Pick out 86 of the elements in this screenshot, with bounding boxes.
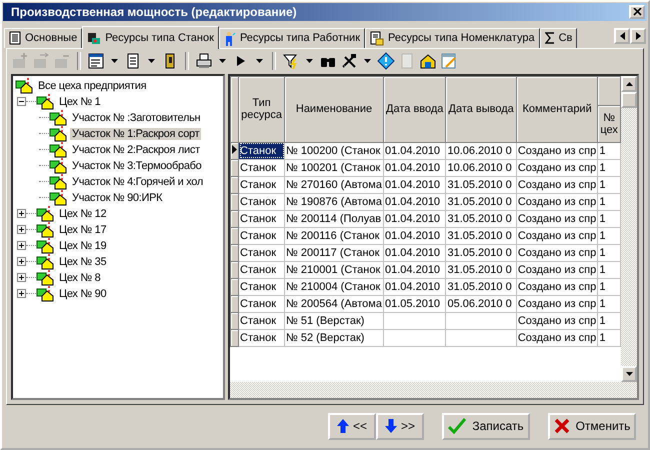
table-cell: Станок xyxy=(238,159,285,176)
save-button[interactable]: Записать xyxy=(442,412,530,440)
tab[interactable]: Ресурсы типа Работник xyxy=(218,28,366,48)
cancel-button[interactable]: Отменить xyxy=(548,412,636,440)
table-cell: 01.04.2010 xyxy=(384,261,446,278)
table-cell: Станок xyxy=(238,210,285,228)
table-cell: 01.04.2010 xyxy=(384,210,446,228)
table-cell: 01.04.2010 xyxy=(384,142,446,160)
tree-item[interactable]: Цех № 35 xyxy=(57,256,108,268)
table-cell: 01.04.2010 xyxy=(384,176,446,194)
table-cell: 10.06.2010 0 xyxy=(446,159,516,176)
tree-item[interactable]: Цех № 19 xyxy=(57,240,108,252)
table-cell: 31.05.2010 0 xyxy=(446,278,516,296)
previous-button[interactable]: << xyxy=(328,412,376,440)
tree-item[interactable]: Цех № 90 xyxy=(57,288,108,300)
table-cell: Создано из спр xyxy=(516,244,598,262)
table-cell: № 270160 (Автома xyxy=(284,176,384,194)
table-cell: 31.05.2010 0 xyxy=(446,176,516,194)
table-cell: № 200117 (Станок xyxy=(284,244,384,262)
table-cell: Создано из спр xyxy=(516,278,598,296)
table-cell: Создано из спр xyxy=(516,210,598,228)
tree-item[interactable]: Участок № 2:Раскроя лист xyxy=(70,144,202,156)
tab[interactable]: Ресурсы типа Номенклатура xyxy=(365,28,540,48)
tree-item[interactable]: Участок № 4:Горячей и хол xyxy=(70,176,205,188)
table-cell: 01.04.2010 xyxy=(384,278,446,296)
tab[interactable]: Ресурсы типа Станок xyxy=(82,26,219,49)
table-cell: 01.05.2010 xyxy=(384,295,446,312)
table-cell: 31.05.2010 0 xyxy=(446,193,516,210)
table-cell: Станок xyxy=(238,329,285,346)
window-title: Производственная мощность (редактирование) xyxy=(11,4,297,19)
next-button[interactable]: >> xyxy=(376,412,424,440)
tab[interactable]: Основные xyxy=(4,28,82,48)
tree-item[interactable]: Участок № 1:Раскроя сорт xyxy=(70,128,202,140)
tree-item[interactable]: Цех № 1 xyxy=(57,96,102,108)
table-cell: 01.04.2010 xyxy=(384,193,446,210)
tree-item[interactable]: Все цеха предприятия xyxy=(36,80,148,92)
table-cell: 01.04.2010 xyxy=(384,227,446,244)
table-cell: Создано из спр xyxy=(516,193,598,210)
table-cell: Станок xyxy=(238,142,285,160)
table-cell: Станок xyxy=(238,193,285,210)
table-cell: 05.06.2010 0 xyxy=(446,295,516,312)
table-cell: Станок xyxy=(238,227,285,244)
table-cell: 31.05.2010 0 xyxy=(446,227,516,244)
table-cell: № 210004 (Станок xyxy=(284,278,384,296)
table-cell: Создано из спр xyxy=(516,329,598,346)
column-header[interactable]: Дата вывода xyxy=(446,76,516,142)
column-header[interactable]: Тип ресурса xyxy=(238,76,285,142)
tree-item[interactable]: Участок № 90:ИРК xyxy=(70,192,164,204)
table-cell: Создано из спр xyxy=(516,312,598,330)
column-header[interactable]: № цех xyxy=(598,105,620,142)
tree-item[interactable]: Участок № 3:Термообрабо xyxy=(70,160,204,172)
table-cell: 10.06.2010 0 xyxy=(446,142,516,160)
table-cell: № 210001 (Станок xyxy=(284,261,384,278)
tree-item[interactable]: Цех № 12 xyxy=(57,208,108,220)
table-cell: № 200564 (Автома xyxy=(284,295,384,312)
table-cell: Создано из спр xyxy=(516,159,598,176)
column-header[interactable]: Наименование xyxy=(284,76,384,142)
tree-item[interactable]: Участок № :Заготовительн xyxy=(70,112,202,124)
column-header[interactable]: Комментарий xyxy=(516,76,598,142)
tree-item[interactable]: Цех № 17 xyxy=(57,224,108,236)
table-cell: № 200114 (Полуав xyxy=(284,210,384,228)
table-cell: 01.04.2010 xyxy=(384,244,446,262)
table-cell: Станок xyxy=(238,176,285,194)
table-cell: Станок xyxy=(238,261,285,278)
table-cell: 31.05.2010 0 xyxy=(446,210,516,228)
table-cell: Создано из спр xyxy=(516,142,598,160)
table-cell: Создано из спр xyxy=(516,176,598,194)
table-cell: Станок xyxy=(238,295,285,312)
table-cell: № 190876 (Автома xyxy=(284,193,384,210)
table-cell: Создано из спр xyxy=(516,227,598,244)
table-cell: 01.04.2010 xyxy=(384,159,446,176)
column-header[interactable]: Дата ввода xyxy=(384,76,446,142)
table-cell: 31.05.2010 0 xyxy=(446,244,516,262)
tree-item[interactable]: Цех № 8 xyxy=(57,272,102,284)
tab[interactable]: Св xyxy=(540,28,578,48)
table-cell: Создано из спр xyxy=(516,261,598,278)
table-cell: № 200116 (Станок xyxy=(284,227,384,244)
table-cell: № 52 (Верстак) xyxy=(284,329,384,346)
table-cell: Станок xyxy=(238,278,285,296)
table-cell: Станок xyxy=(238,312,285,330)
table-cell: Создано из спр xyxy=(516,295,598,312)
table-cell: Станок xyxy=(238,244,285,262)
table-cell: № 100200 (Станок xyxy=(284,142,384,160)
table-cell: № 51 (Верстак) xyxy=(284,312,384,330)
table-cell: 31.05.2010 0 xyxy=(446,261,516,278)
table-cell: № 100201 (Станок xyxy=(284,159,384,176)
